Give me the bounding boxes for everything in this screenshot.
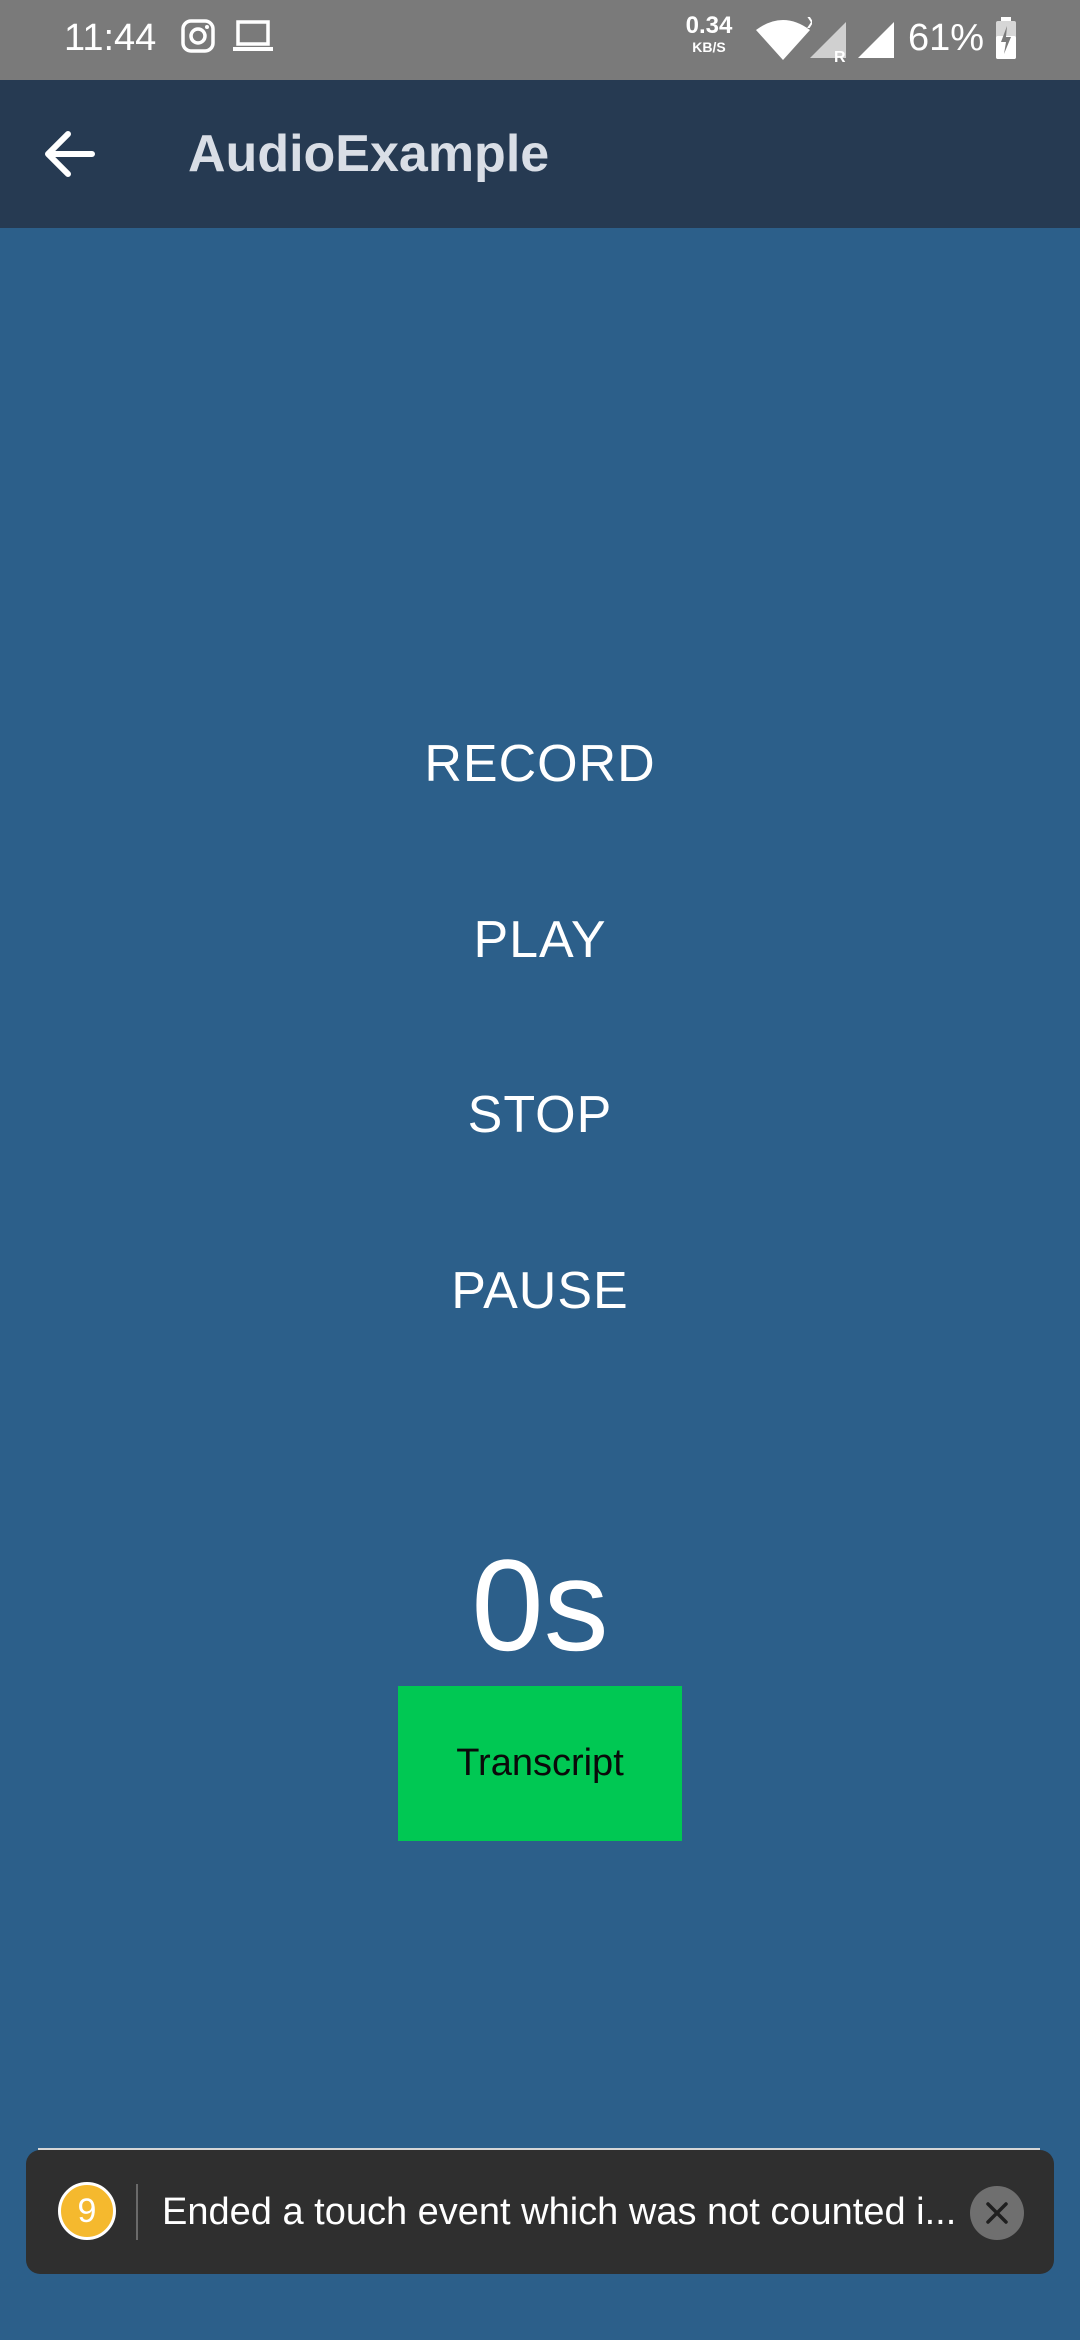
wifi-icon: X (754, 15, 818, 67)
back-button[interactable] (40, 124, 100, 184)
instagram-icon (180, 18, 216, 59)
arrow-left-icon (40, 131, 100, 188)
network-speed-unit: KB/S (692, 39, 726, 55)
battery-percentage: 61% (908, 17, 985, 59)
toast-notification: 9 Ended a touch event which was not coun… (26, 2150, 1054, 2274)
app-title: AudioExample (188, 125, 550, 183)
pause-button[interactable]: PAUSE (390, 1236, 690, 1346)
network-speed-value: 0.34 (685, 12, 733, 39)
network-speed: 0.34 KB/S (682, 12, 736, 55)
battery-icon (994, 16, 1018, 65)
status-bar: 11:44 0.34 KB/S X R 61% (0, 0, 1080, 80)
svg-text:R: R (834, 49, 846, 62)
toast-divider (136, 2184, 138, 2240)
toast-message: Ended a touch event which was not counte… (162, 2191, 957, 2233)
toast-badge: 9 (58, 2182, 116, 2240)
signal-icon (856, 20, 896, 65)
toast-close-button[interactable] (970, 2186, 1024, 2240)
play-button[interactable]: PLAY (390, 885, 690, 995)
stop-button[interactable]: STOP (390, 1060, 690, 1170)
app-bar: AudioExample (0, 80, 1080, 228)
signal-icon: R (808, 20, 852, 67)
record-button[interactable]: RECORD (390, 709, 690, 819)
laptop-icon (232, 18, 274, 59)
transcript-button[interactable]: Transcript (398, 1686, 682, 1841)
elapsed-time: 0s (471, 1532, 609, 1678)
status-time: 11:44 (64, 17, 157, 59)
close-icon (970, 2202, 1024, 2244)
